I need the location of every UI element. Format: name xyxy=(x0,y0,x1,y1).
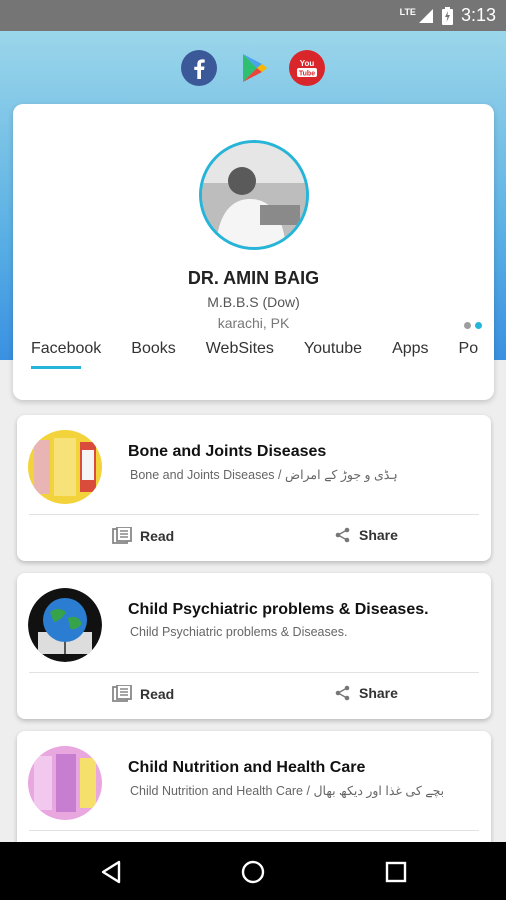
book-subtitle: Child Psychiatric problems & Diseases. xyxy=(130,625,348,639)
tab-websites[interactable]: WebSites xyxy=(206,340,274,369)
book-cover xyxy=(28,588,102,662)
tab-facebook[interactable]: Facebook xyxy=(31,340,101,369)
navigation-bar xyxy=(0,842,506,900)
profile-card: DR. AMIN BAIG M.B.B.S (Dow) karachi, PK … xyxy=(13,104,494,400)
battery-icon xyxy=(441,6,453,25)
book-card[interactable]: Child Psychiatric problems & Diseases. C… xyxy=(17,573,491,719)
book-cover xyxy=(28,746,102,820)
book-card[interactable]: Bone and Joints Diseases Bone and Joints… xyxy=(17,415,491,561)
network-type: LTE xyxy=(399,6,416,17)
signal-icon xyxy=(418,8,433,23)
read-button[interactable]: Read xyxy=(112,527,174,545)
book-title: Child Psychiatric problems & Diseases. xyxy=(128,601,429,618)
book-title: Bone and Joints Diseases xyxy=(128,443,327,460)
divider xyxy=(29,830,479,831)
share-icon xyxy=(335,685,350,701)
doctor-degree: M.B.B.S (Dow) xyxy=(207,294,300,310)
read-button[interactable]: Read xyxy=(112,685,174,703)
back-icon[interactable] xyxy=(98,859,124,885)
youtube-icon[interactable]: You Tube xyxy=(289,50,325,86)
social-links: You Tube xyxy=(0,50,506,86)
divider xyxy=(29,514,479,515)
share-button[interactable]: Share xyxy=(335,527,398,543)
tab-po[interactable]: Po xyxy=(459,340,479,369)
doctor-name: DR. AMIN BAIG xyxy=(187,268,320,288)
book-subtitle: Bone and Joints Diseases / ہڈی و جوڑ کے … xyxy=(130,468,398,482)
tab-apps[interactable]: Apps xyxy=(392,340,428,369)
page-dot xyxy=(464,322,471,329)
svg-text:Tube: Tube xyxy=(299,71,315,78)
share-label: Share xyxy=(359,685,398,701)
share-icon xyxy=(335,527,350,543)
svg-text:You: You xyxy=(300,59,315,68)
recents-icon[interactable] xyxy=(383,859,409,885)
divider xyxy=(29,672,479,673)
status-time: 3:13 xyxy=(460,5,496,25)
read-label: Read xyxy=(140,528,175,544)
book-subtitle: Child Nutrition and Health Care / بچے کی… xyxy=(130,784,445,798)
avatar xyxy=(199,140,309,250)
doctor-location: karachi, PK xyxy=(217,315,290,331)
page-dot-active xyxy=(475,322,482,329)
play-store-icon[interactable] xyxy=(235,50,271,86)
book-icon xyxy=(112,527,132,544)
tab-bar: Facebook Books WebSites Youtube Apps Po xyxy=(31,340,478,369)
book-icon xyxy=(112,685,132,702)
facebook-icon[interactable] xyxy=(181,50,217,86)
share-label: Share xyxy=(359,527,398,543)
share-button[interactable]: Share xyxy=(335,685,398,701)
tab-youtube[interactable]: Youtube xyxy=(304,340,362,369)
read-label: Read xyxy=(140,686,175,702)
status-bar: LTE 3:13 xyxy=(0,0,506,31)
home-icon[interactable] xyxy=(240,859,266,885)
tab-books[interactable]: Books xyxy=(131,340,175,369)
book-title: Child Nutrition and Health Care xyxy=(128,759,366,776)
book-cover xyxy=(28,430,102,504)
page-indicator xyxy=(464,322,482,329)
